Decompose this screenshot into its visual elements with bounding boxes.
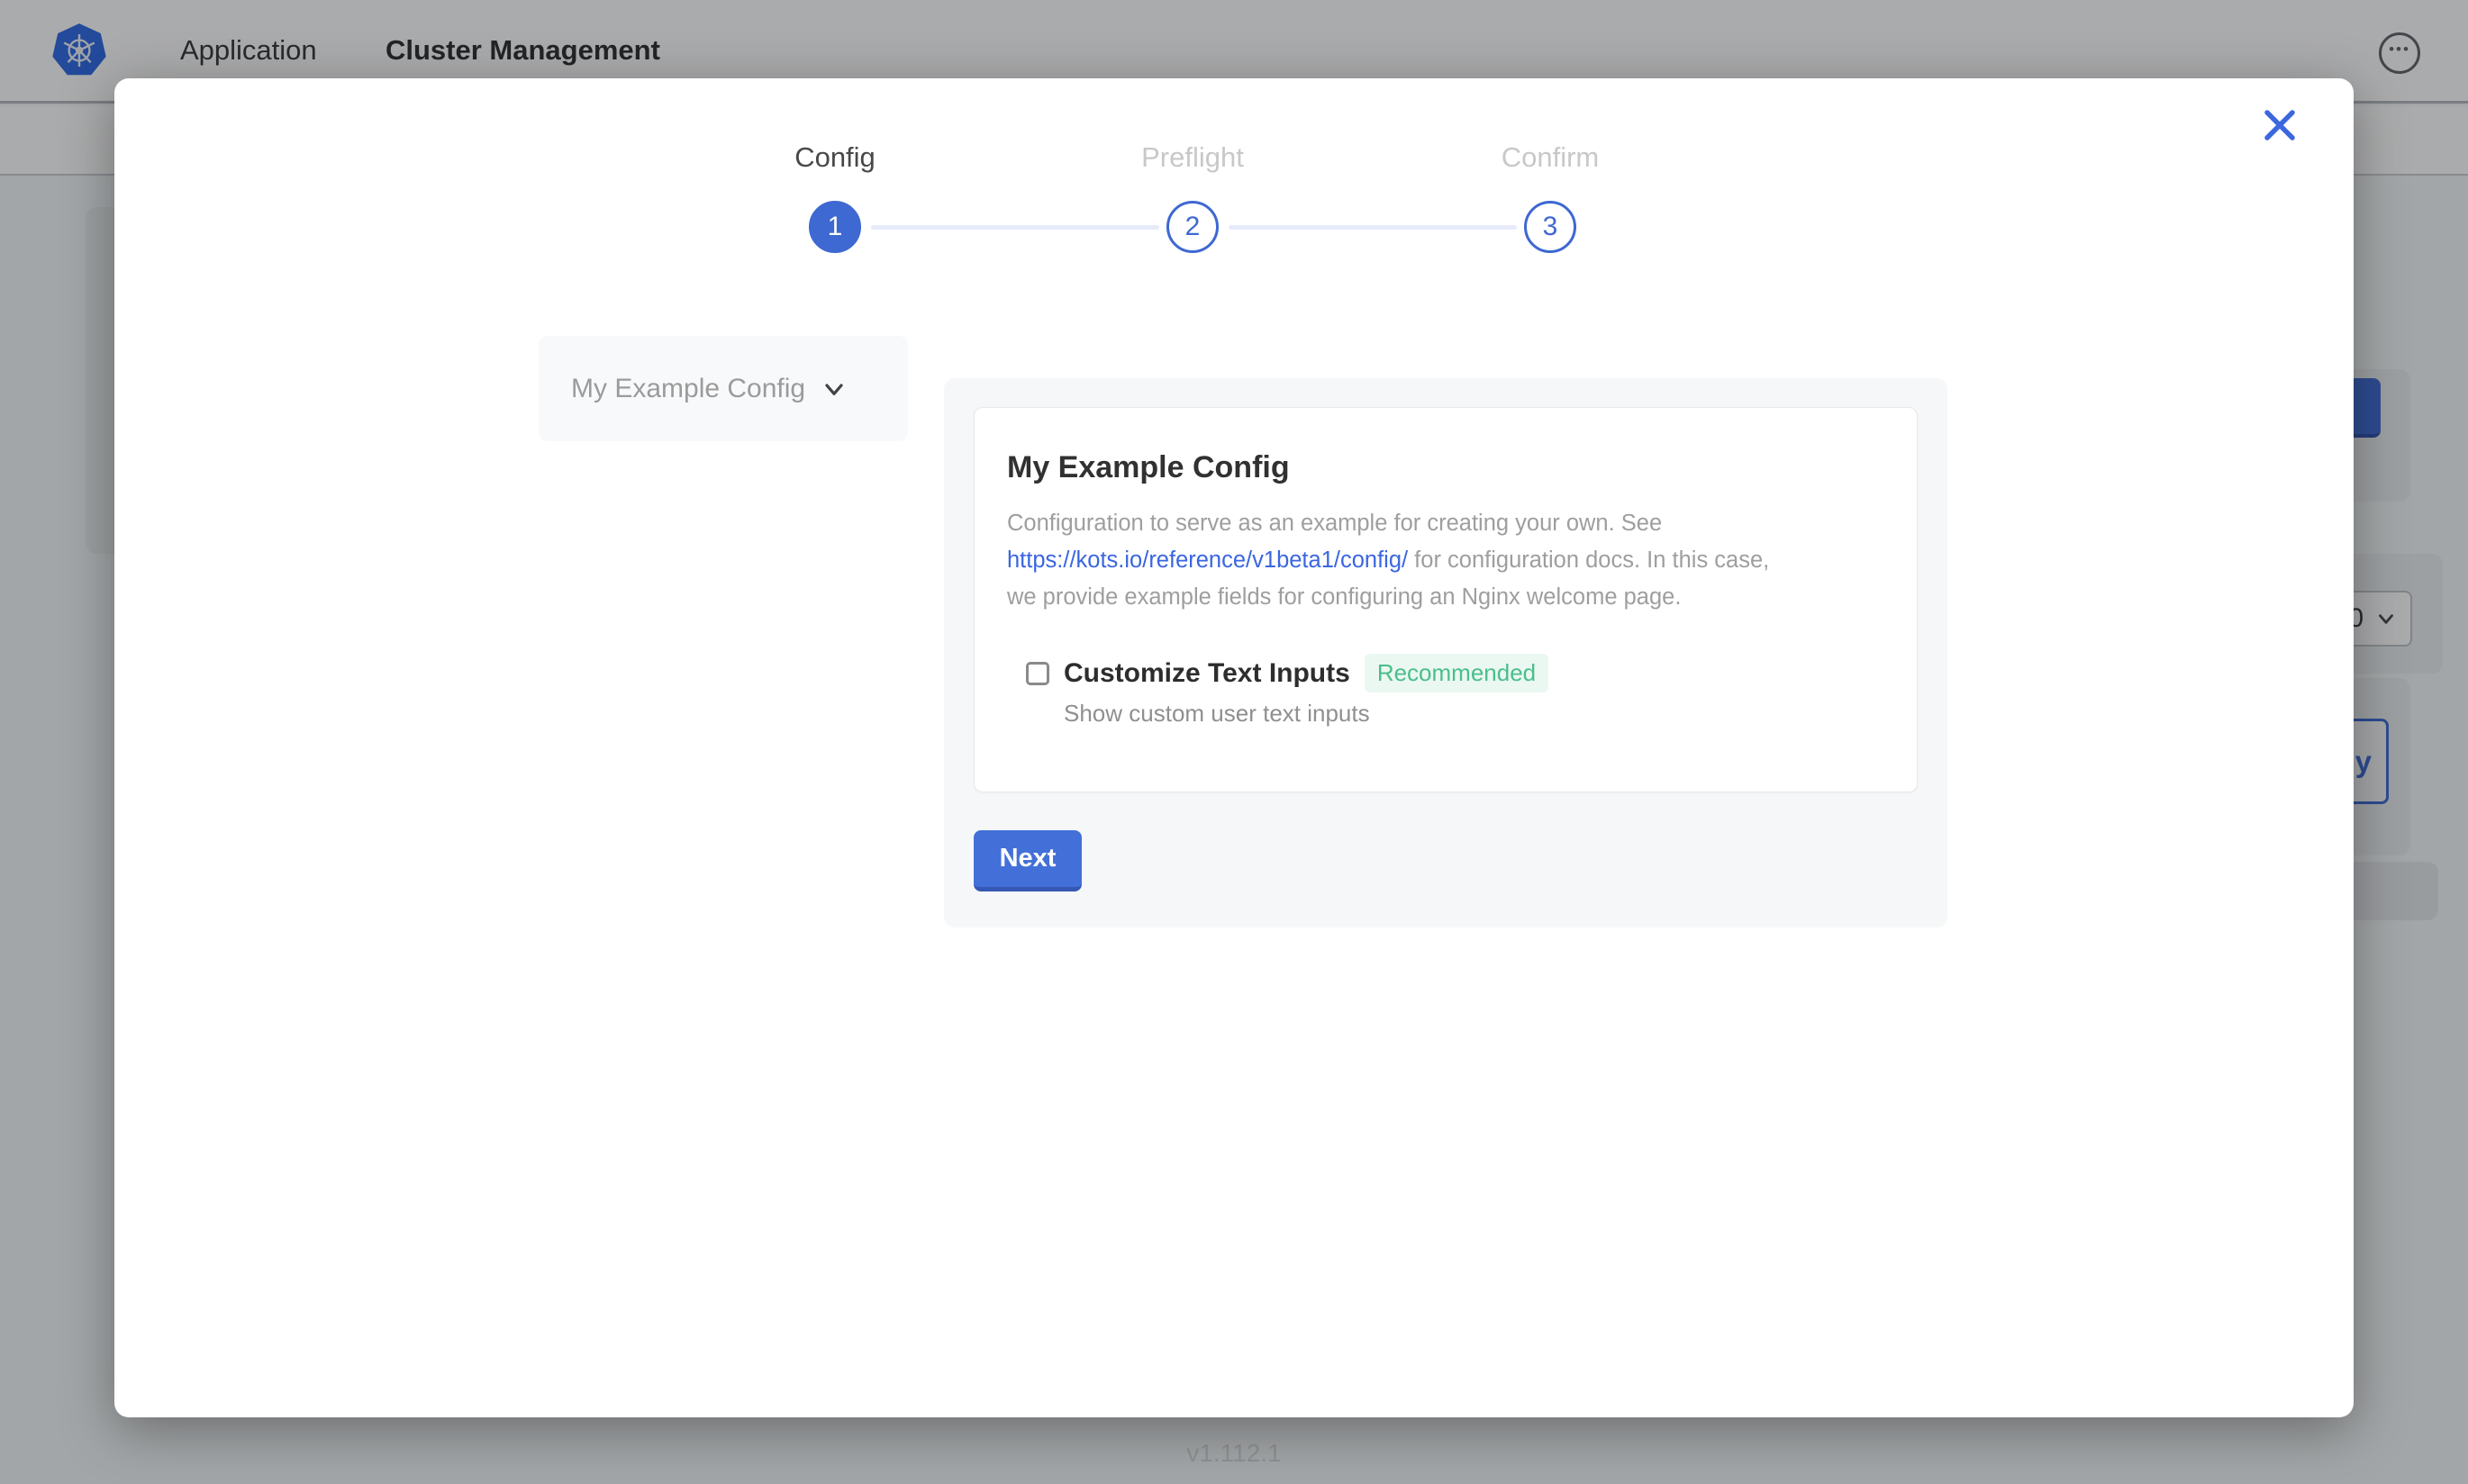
config-wizard-modal: Config Preflight Confirm 1 2 3 My Exampl… bbox=[114, 78, 2354, 1417]
screen: Application Cluster Management ••• 0 y v… bbox=[0, 0, 2468, 1484]
config-group-dropdown-label: My Example Config bbox=[571, 374, 805, 404]
config-group-card: My Example Config Configuration to serve… bbox=[974, 407, 1918, 792]
next-button[interactable]: Next bbox=[974, 830, 1082, 891]
description-line3: we provide example fields for configurin… bbox=[1007, 584, 1681, 610]
description-line2: for configuration docs. In this case, bbox=[1408, 547, 1769, 573]
close-icon[interactable] bbox=[2260, 105, 2300, 145]
config-group-dropdown[interactable]: My Example Config bbox=[539, 336, 908, 441]
recommended-badge: Recommended bbox=[1365, 654, 1548, 692]
step-connector-1 bbox=[871, 225, 1159, 230]
config-docs-link[interactable]: https://kots.io/reference/v1beta1/config… bbox=[1007, 547, 1408, 573]
description-line1: Configuration to serve as an example for… bbox=[1007, 511, 1662, 536]
chevron-down-icon bbox=[820, 375, 848, 403]
config-group-title: My Example Config bbox=[1007, 449, 1884, 485]
step-label-config: Config bbox=[700, 141, 970, 174]
customize-text-inputs-checkbox[interactable] bbox=[1026, 662, 1049, 685]
step-label-confirm: Confirm bbox=[1415, 141, 1685, 174]
step-label-preflight: Preflight bbox=[1057, 141, 1328, 174]
step-circle-2: 2 bbox=[1166, 201, 1219, 253]
step-connector-2 bbox=[1229, 225, 1517, 230]
step-circle-3: 3 bbox=[1524, 201, 1576, 253]
config-group-description: Configuration to serve as an example for… bbox=[1007, 505, 1884, 616]
customize-text-inputs-row: Customize Text Inputs Recommended bbox=[1026, 654, 1884, 692]
step-circle-1: 1 bbox=[809, 201, 861, 253]
checkbox-help-text: Show custom user text inputs bbox=[1064, 700, 1884, 728]
config-panel: My Example Config Configuration to serve… bbox=[944, 378, 1947, 928]
customize-text-inputs-label[interactable]: Customize Text Inputs bbox=[1064, 658, 1350, 689]
